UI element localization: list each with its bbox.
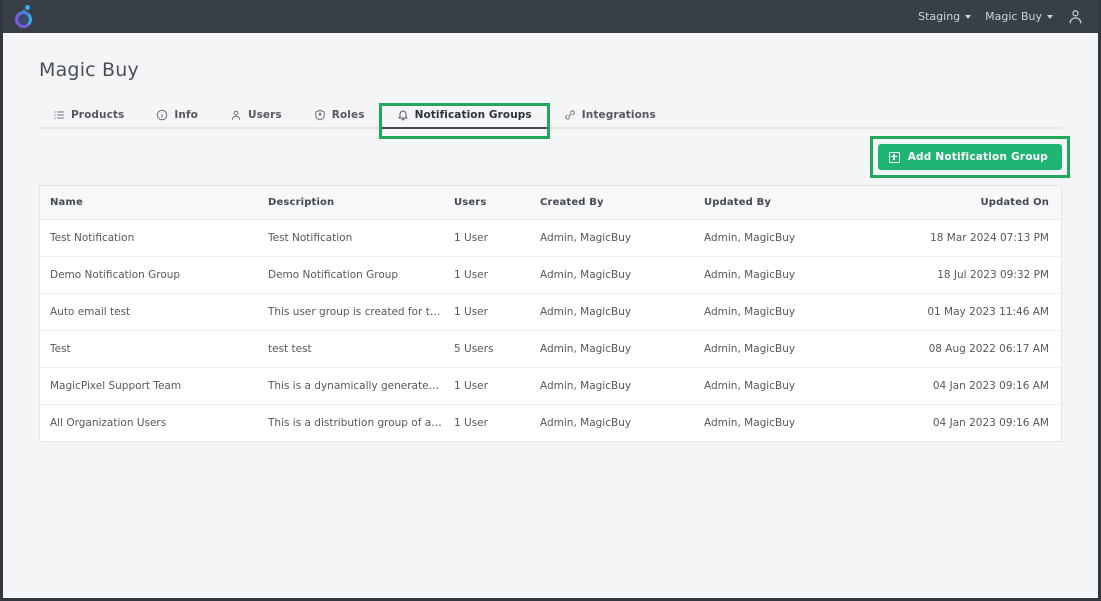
table-header: Name Description Users Created By Update… xyxy=(40,186,1061,220)
tab-roles-label: Roles xyxy=(332,109,365,121)
cell-users: 1 User xyxy=(454,294,540,331)
cell-updated-by: Admin, MagicBuy xyxy=(704,405,924,442)
cell-updated-on: 04 Jan 2023 09:16 AM xyxy=(924,368,1061,405)
tab-info-label: Info xyxy=(174,109,198,121)
column-header-created-by[interactable]: Created By xyxy=(540,186,704,220)
table-row[interactable]: MagicPixel Support Team This is a dynami… xyxy=(40,368,1061,405)
column-header-updated-on[interactable]: Updated On xyxy=(924,186,1061,220)
cell-created-by: Admin, MagicBuy xyxy=(540,331,704,368)
table-row[interactable]: Test Notification Test Notification 1 Us… xyxy=(40,220,1061,257)
cell-name: Test Notification xyxy=(40,220,268,257)
cell-name: Demo Notification Group xyxy=(40,257,268,294)
cell-updated-by: Admin, MagicBuy xyxy=(704,331,924,368)
cell-updated-by: Admin, MagicBuy xyxy=(704,257,924,294)
tab-products-label: Products xyxy=(71,109,124,121)
tab-notification-groups-label: Notification Groups xyxy=(415,109,532,121)
cell-users: 1 User xyxy=(454,220,540,257)
info-circle-icon xyxy=(156,109,168,121)
action-bar: Add Notification Group xyxy=(39,129,1062,185)
cell-updated-on: 08 Aug 2022 06:17 AM xyxy=(924,331,1061,368)
chevron-down-icon xyxy=(965,15,971,19)
tab-users-label: Users xyxy=(248,109,282,121)
cell-created-by: Admin, MagicBuy xyxy=(540,405,704,442)
cell-updated-by: Admin, MagicBuy xyxy=(704,294,924,331)
notification-groups-table: Name Description Users Created By Update… xyxy=(40,186,1061,441)
add-notification-group-button[interactable]: Add Notification Group xyxy=(878,144,1062,170)
cell-updated-by: Admin, MagicBuy xyxy=(704,368,924,405)
column-header-users[interactable]: Users xyxy=(454,186,540,220)
cell-description: Demo Notification Group xyxy=(268,257,454,294)
tab-bar: Products Info xyxy=(39,100,1062,129)
cell-users: 5 Users xyxy=(454,331,540,368)
cell-created-by: Admin, MagicBuy xyxy=(540,220,704,257)
topbar-right-group: Staging Magic Buy xyxy=(918,8,1084,25)
environment-selector[interactable]: Staging xyxy=(918,10,971,23)
cell-users: 1 User xyxy=(454,368,540,405)
shield-icon xyxy=(314,109,326,121)
cell-updated-by: Admin, MagicBuy xyxy=(704,220,924,257)
environment-selector-label: Staging xyxy=(918,10,960,23)
organization-selector[interactable]: Magic Buy xyxy=(985,10,1053,23)
add-notification-group-label: Add Notification Group xyxy=(908,151,1048,163)
cell-description: test test xyxy=(268,331,454,368)
cell-description: This user group is created for testing xyxy=(268,294,454,331)
logo-ring-icon xyxy=(15,11,32,28)
link-icon xyxy=(564,109,576,121)
column-header-updated-by[interactable]: Updated By xyxy=(704,186,924,220)
browser-frame: Staging Magic Buy Magic Buy xyxy=(0,0,1101,601)
magicpixel-logo[interactable] xyxy=(12,4,38,30)
cell-name: Test xyxy=(40,331,268,368)
cell-users: 1 User xyxy=(454,405,540,442)
cell-description: This is a distribution group of all the … xyxy=(268,405,454,442)
cell-description: This is a dynamically generated user gro… xyxy=(268,368,454,405)
logo-dot-icon xyxy=(25,5,30,10)
table-body: Test Notification Test Notification 1 Us… xyxy=(40,220,1061,442)
notification-groups-table-card: Name Description Users Created By Update… xyxy=(39,185,1062,442)
user-account-icon[interactable] xyxy=(1067,8,1084,25)
cell-description: Test Notification xyxy=(268,220,454,257)
tab-integrations-label: Integrations xyxy=(582,109,656,121)
cell-updated-on: 18 Mar 2024 07:13 PM xyxy=(924,220,1061,257)
top-navigation-bar: Staging Magic Buy xyxy=(3,0,1098,33)
tab-notification-groups[interactable]: Notification Groups xyxy=(381,109,548,129)
cell-name: MagicPixel Support Team xyxy=(40,368,268,405)
bell-icon xyxy=(397,109,409,121)
cell-updated-on: 18 Jul 2023 09:32 PM xyxy=(924,257,1061,294)
tab-users[interactable]: Users xyxy=(214,109,298,129)
cell-updated-on: 01 May 2023 11:46 AM xyxy=(924,294,1061,331)
tab-roles[interactable]: Roles xyxy=(298,109,381,129)
page-body: Magic Buy xyxy=(3,33,1098,598)
column-header-name[interactable]: Name xyxy=(40,186,268,220)
column-header-description[interactable]: Description xyxy=(268,186,454,220)
table-row[interactable]: Demo Notification Group Demo Notificatio… xyxy=(40,257,1061,294)
table-row[interactable]: Auto email test This user group is creat… xyxy=(40,294,1061,331)
tab-info[interactable]: Info xyxy=(140,109,214,129)
cell-users: 1 User xyxy=(454,257,540,294)
plus-square-icon xyxy=(889,152,900,163)
tab-products[interactable]: Products xyxy=(39,109,140,129)
page-title: Magic Buy xyxy=(39,33,1062,81)
chevron-down-icon xyxy=(1047,15,1053,19)
cell-updated-on: 04 Jan 2023 09:16 AM xyxy=(924,405,1061,442)
tab-list: Products Info xyxy=(39,100,1062,129)
list-icon xyxy=(53,109,65,121)
cell-created-by: Admin, MagicBuy xyxy=(540,368,704,405)
cell-name: Auto email test xyxy=(40,294,268,331)
table-row[interactable]: Test test test 5 Users Admin, MagicBuy A… xyxy=(40,331,1061,368)
table-header-row: Name Description Users Created By Update… xyxy=(40,186,1061,220)
page-content: Magic Buy xyxy=(3,33,1098,442)
cell-created-by: Admin, MagicBuy xyxy=(540,294,704,331)
cell-created-by: Admin, MagicBuy xyxy=(540,257,704,294)
cell-name: All Organization Users xyxy=(40,405,268,442)
table-row[interactable]: All Organization Users This is a distrib… xyxy=(40,405,1061,442)
user-icon xyxy=(230,109,242,121)
organization-selector-label: Magic Buy xyxy=(985,10,1042,23)
tab-integrations[interactable]: Integrations xyxy=(548,109,672,129)
